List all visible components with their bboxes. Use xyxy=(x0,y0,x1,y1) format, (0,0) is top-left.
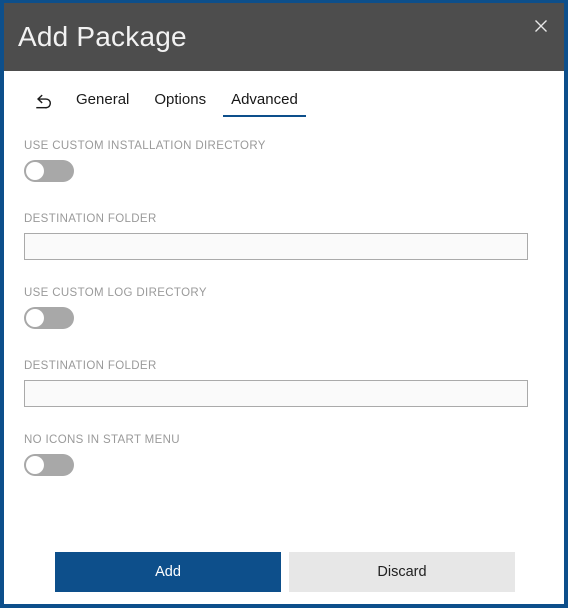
use-custom-installation-directory-label: USE CUSTOM INSTALLATION DIRECTORY xyxy=(24,140,266,152)
tab-advanced[interactable]: Advanced xyxy=(222,87,307,117)
log-destination-folder-label: DESTINATION FOLDER xyxy=(24,360,157,372)
toggle-knob xyxy=(26,162,44,180)
advanced-settings-form: USE CUSTOM INSTALLATION DIRECTORY DESTIN… xyxy=(4,139,564,506)
close-button[interactable] xyxy=(518,3,564,49)
back-button[interactable] xyxy=(24,87,60,115)
log-destination-folder-row: DESTINATION FOLDER xyxy=(4,359,564,407)
use-custom-installation-directory-toggle[interactable] xyxy=(24,160,74,182)
discard-button[interactable]: Discard xyxy=(289,552,515,592)
use-custom-log-directory-toggle[interactable] xyxy=(24,307,74,329)
no-icons-in-start-menu-row: NO ICONS IN START MENU xyxy=(4,433,564,476)
use-custom-log-directory-label: USE CUSTOM LOG DIRECTORY xyxy=(24,287,207,299)
no-icons-in-start-menu-label: NO ICONS IN START MENU xyxy=(24,434,180,446)
installation-destination-folder-input[interactable] xyxy=(24,233,528,260)
undo-arrow-icon xyxy=(35,94,51,108)
dialog-body: General Options Advanced USE CUSTOM INST… xyxy=(4,71,564,604)
toggle-knob xyxy=(26,309,44,327)
tab-general[interactable]: General xyxy=(67,87,138,117)
dialog-footer: Add Discard xyxy=(4,552,564,592)
installation-destination-folder-label: DESTINATION FOLDER xyxy=(24,213,157,225)
use-custom-installation-directory-row: USE CUSTOM INSTALLATION DIRECTORY xyxy=(4,139,564,182)
no-icons-in-start-menu-toggle[interactable] xyxy=(24,454,74,476)
add-package-dialog: Add Package General Options Advanced USE… xyxy=(0,0,568,608)
tab-options-label: Options xyxy=(154,91,207,108)
log-destination-folder-input[interactable] xyxy=(24,380,528,407)
tab-options[interactable]: Options xyxy=(145,87,215,117)
use-custom-log-directory-row: USE CUSTOM LOG DIRECTORY xyxy=(4,286,564,329)
installation-destination-folder-row: DESTINATION FOLDER xyxy=(4,212,564,260)
dialog-title: Add Package xyxy=(18,21,187,52)
add-button[interactable]: Add xyxy=(55,552,281,592)
tab-advanced-label: Advanced xyxy=(231,91,298,108)
dialog-titlebar: Add Package xyxy=(4,3,564,71)
tab-bar: General Options Advanced xyxy=(4,87,564,123)
tab-general-label: General xyxy=(76,91,130,108)
close-icon xyxy=(535,20,547,32)
toggle-knob xyxy=(26,456,44,474)
